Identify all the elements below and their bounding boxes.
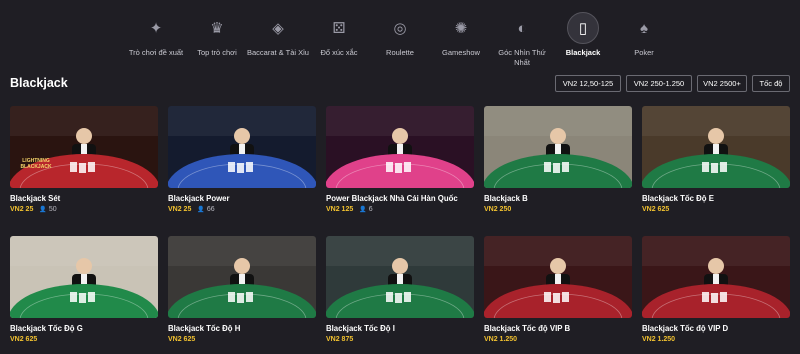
- player-count: 6: [368, 206, 373, 213]
- player-count-icon: 👤: [197, 207, 205, 213]
- bet-limit: VN2 25: [10, 206, 34, 213]
- game-card[interactable]: Blackjack Tốc Độ H VN2 625: [168, 236, 316, 345]
- game-thumbnail[interactable]: [484, 236, 632, 318]
- player-count: 50: [48, 206, 57, 213]
- game-name: Blackjack Tốc độ VIP B: [484, 324, 571, 333]
- filter-bet-12-125[interactable]: VN2 12,50-125: [555, 75, 621, 92]
- game-meta: VN2 1.250: [642, 336, 790, 345]
- game-name: Blackjack Tốc Độ H: [168, 324, 241, 333]
- bet-limit: VN2 125: [326, 206, 354, 213]
- game-thumbnail[interactable]: [484, 106, 632, 188]
- game-logo: LIGHTNING BLACKJACK: [20, 158, 52, 170]
- category-label: Góc Nhìn Thứ Nhất: [498, 48, 546, 67]
- game-card[interactable]: Blackjack Tốc Độ G VN2 625: [10, 236, 158, 345]
- game-name: Power Blackjack Nhà Cái Hàn Quốc: [326, 194, 458, 203]
- game-thumbnail[interactable]: [326, 236, 474, 318]
- game-meta: VN2 625: [642, 206, 790, 215]
- category-top-games[interactable]: ♛ Top trò chơi: [185, 12, 249, 58]
- game-meta: VN2 625: [10, 336, 158, 345]
- category-label: Blackjack: [565, 48, 601, 57]
- player-count-icon: 👤: [359, 207, 367, 213]
- gameshow-icon: ✺: [454, 20, 468, 37]
- filter-bet-250-1250[interactable]: VN2 250-1.250: [626, 75, 692, 92]
- game-meta: VN2 25 👤 66: [168, 206, 316, 215]
- category-blackjack[interactable]: ▯ Blackjack: [551, 12, 615, 58]
- game-thumbnail[interactable]: [168, 106, 316, 188]
- game-name: Blackjack Tốc Độ I: [326, 324, 395, 333]
- player-count-icon: 👤: [39, 207, 47, 213]
- bet-limit: VN2 250: [484, 206, 512, 213]
- game-card[interactable]: Blackjack Tốc độ VIP D VN2 1.250: [642, 236, 790, 345]
- game-name: Blackjack B: [484, 194, 528, 203]
- game-card[interactable]: Power Blackjack Nhà Cái Hàn Quốc VN2 125 👤…: [326, 106, 474, 215]
- game-thumbnail[interactable]: [10, 236, 158, 318]
- game-meta: VN2 1.250: [484, 336, 632, 345]
- game-thumbnail[interactable]: [642, 236, 790, 318]
- game-thumbnail[interactable]: LIGHTNING BLACKJACK: [10, 106, 158, 188]
- bet-limit: VN2 625: [642, 206, 670, 213]
- game-name: Blackjack Power: [168, 194, 230, 203]
- player-count: 66: [206, 206, 215, 213]
- category-poker[interactable]: ♠ Poker: [612, 12, 676, 58]
- game-name: Blackjack Tốc Độ E: [642, 194, 714, 203]
- category-label: Top trò chơi: [197, 48, 237, 57]
- game-thumbnail[interactable]: [168, 236, 316, 318]
- category-roulette[interactable]: ◎ Roulette: [368, 12, 432, 58]
- game-name: Blackjack Sét: [10, 194, 61, 203]
- category-label: Baccarat & Tài Xỉu: [247, 48, 309, 57]
- bet-limit: VN2 1.250: [484, 336, 518, 343]
- filter-speed[interactable]: Tốc độ: [752, 75, 790, 92]
- game-meta: VN2 125 👤 6: [326, 206, 474, 215]
- game-name: Blackjack Tốc Độ G: [10, 324, 83, 333]
- category-recommended[interactable]: ✦ Trò chơi đề xuất: [124, 12, 188, 58]
- game-card[interactable]: LIGHTNING BLACKJACK Blackjack Sét VN2 25 👤 5…: [10, 106, 158, 215]
- game-meta: VN2 250: [484, 206, 632, 215]
- game-meta: VN2 25 👤 50: [10, 206, 158, 215]
- category-baccarat[interactable]: ◈ Baccarat & Tài Xỉu: [246, 12, 310, 58]
- bet-limit: VN2 625: [168, 336, 196, 343]
- category-label: Poker: [634, 48, 654, 57]
- game-meta: VN2 875: [326, 336, 474, 345]
- baccarat-icon: ◈: [272, 20, 284, 37]
- game-card[interactable]: Blackjack Tốc độ VIP B VN2 1.250: [484, 236, 632, 345]
- poker-icon: ♠: [640, 19, 648, 37]
- bet-limit: VN2 875: [326, 336, 354, 343]
- category-first-person[interactable]: ◐ Góc Nhìn Thứ Nhất: [490, 12, 554, 68]
- category-label: Roulette: [386, 48, 414, 57]
- category-gameshow[interactable]: ✺ Gameshow: [429, 12, 493, 58]
- game-card[interactable]: Blackjack B VN2 250: [484, 106, 632, 215]
- sparkle-dice-icon: ✦: [149, 20, 163, 37]
- roulette-icon: ◎: [393, 20, 407, 37]
- category-dice[interactable]: ⚄ Đổ xúc xắc: [307, 12, 371, 58]
- trophy-icon: ♛: [210, 20, 224, 37]
- category-label: Đổ xúc xắc: [320, 48, 358, 57]
- category-label: Trò chơi đề xuất: [128, 48, 184, 57]
- blackjack-cards-icon: ▯: [567, 12, 599, 44]
- game-name: Blackjack Tốc độ VIP D: [642, 324, 729, 333]
- game-card[interactable]: Blackjack Tốc Độ I VN2 875: [326, 236, 474, 345]
- game-thumbnail[interactable]: [326, 106, 474, 188]
- page-title: Blackjack: [10, 76, 68, 90]
- game-meta: VN2 625: [168, 336, 316, 345]
- bet-limit: VN2 625: [10, 336, 38, 343]
- bet-limit: VN2 1.250: [642, 336, 676, 343]
- game-thumbnail[interactable]: [642, 106, 790, 188]
- game-card[interactable]: Blackjack Power VN2 25 👤 66: [168, 106, 316, 215]
- first-person-icon: ◐: [517, 19, 527, 37]
- dice-icon: ⚄: [332, 20, 346, 37]
- category-label: Gameshow: [442, 48, 480, 57]
- filter-bet-2500-plus[interactable]: VN2 2500+: [697, 75, 747, 92]
- category-bar: ✦ Trò chơi đề xuất ♛ Top trò chơi ◈ Bacc…: [0, 0, 800, 72]
- bet-limit: VN2 25: [168, 206, 192, 213]
- game-card[interactable]: Blackjack Tốc Độ E VN2 625: [642, 106, 790, 215]
